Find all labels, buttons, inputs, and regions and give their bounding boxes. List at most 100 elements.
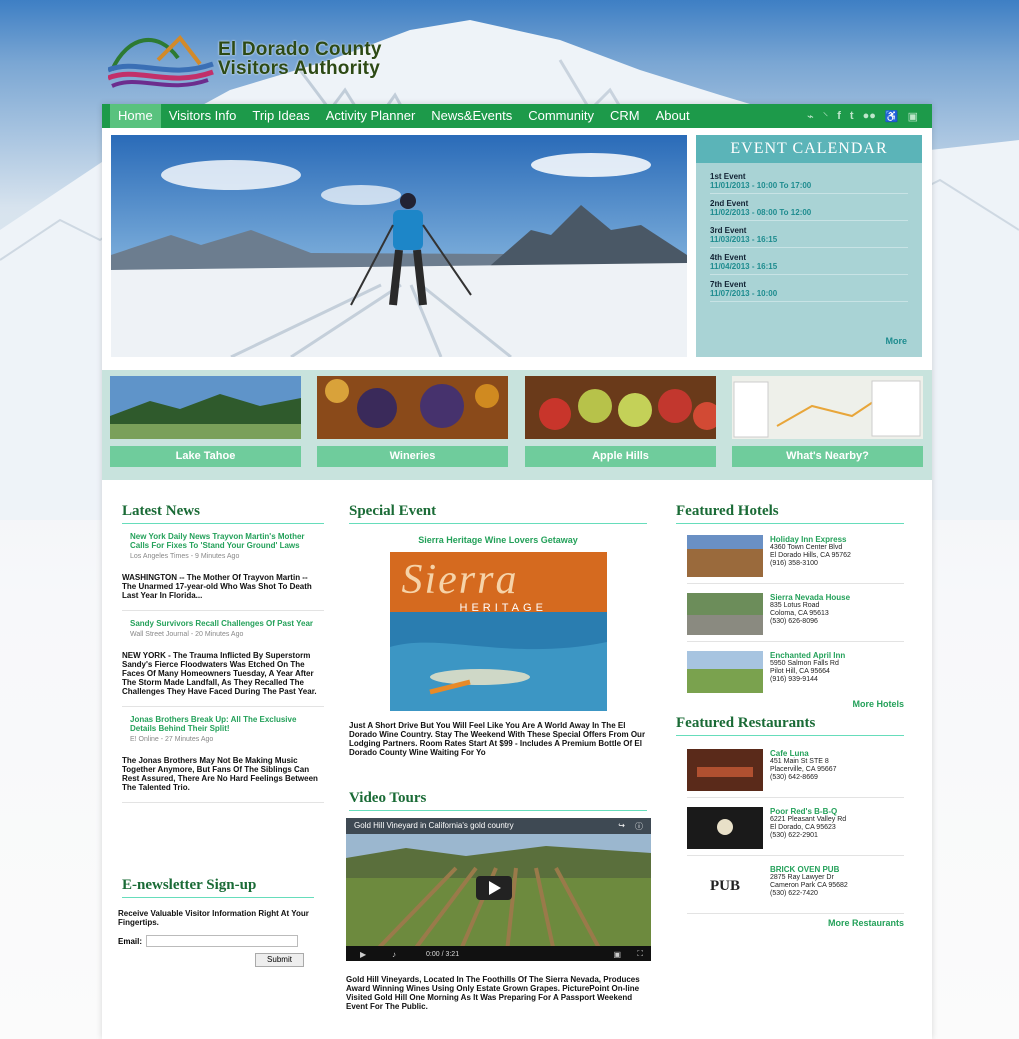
- submit-button[interactable]: Submit: [255, 953, 304, 967]
- main-nav: Home Visitors Info Trip Ideas Activity P…: [102, 104, 932, 128]
- news-body: NEW YORK - The Trauma Inflicted By Super…: [122, 651, 324, 696]
- email-label: Email:: [118, 936, 143, 946]
- hotel-image: [687, 535, 763, 577]
- event-name: 4th Event: [710, 253, 747, 262]
- fullscreen-icon[interactable]: ⛶: [637, 949, 643, 959]
- site-logo[interactable]: El Dorado County Visitors Authority: [108, 30, 428, 100]
- tile-apple-hills[interactable]: Apple Hills: [525, 376, 716, 471]
- hotel-name[interactable]: Sierra Nevada House: [770, 593, 850, 602]
- restaurant-info: Poor Red's B-B-Q 6221 Pleasant Valley Rd…: [770, 807, 846, 849]
- divider: [687, 583, 904, 584]
- special-event-section: Special Event Sierra Heritage Wine Lover…: [349, 503, 647, 757]
- video-title[interactable]: Gold Hill Vineyard in California's gold …: [354, 821, 514, 830]
- hotel-phone: (916) 358-3100: [770, 560, 818, 567]
- restaurant-card[interactable]: Poor Red's B-B-Q 6221 Pleasant Valley Rd…: [687, 807, 904, 849]
- tile-label: Apple Hills: [525, 446, 716, 467]
- calendar-more-link[interactable]: More: [885, 336, 907, 346]
- hotel-name[interactable]: Holiday Inn Express: [770, 535, 851, 544]
- facebook-icon[interactable]: f: [837, 110, 841, 122]
- nav-visitors-info[interactable]: Visitors Info: [161, 104, 245, 128]
- restaurant-address: 2875 Ray Lawyer Dr: [770, 874, 834, 881]
- nav-trip-ideas[interactable]: Trip Ideas: [244, 104, 317, 128]
- share-icon[interactable]: ⸌: [823, 109, 829, 124]
- more-restaurants-link[interactable]: More Restaurants: [676, 918, 904, 928]
- calendar-icon[interactable]: ▣: [908, 110, 918, 123]
- event-name: 2nd Event: [710, 199, 749, 208]
- hotel-card[interactable]: Sierra Nevada House 835 Lotus Road Colom…: [687, 593, 904, 635]
- calendar-event[interactable]: 3rd Event 11/03/2013 - 16:15: [710, 221, 908, 248]
- video-tours-title: Video Tours: [349, 790, 647, 811]
- nav-about[interactable]: About: [648, 104, 698, 128]
- logo-swoosh-icon: [108, 34, 214, 88]
- restaurant-card[interactable]: Cafe Luna 451 Main St STE 8 Placerville,…: [687, 749, 904, 791]
- video-tours-section: Video Tours: [349, 790, 647, 811]
- special-event-subtitle[interactable]: Sierra Heritage Wine Lovers Getaway: [349, 535, 647, 545]
- news-item: Jonas Brothers Break Up: All The Exclusi…: [130, 715, 324, 743]
- hotel-phone: (530) 626-8096: [770, 618, 818, 625]
- tile-lake-tahoe[interactable]: Lake Tahoe: [110, 376, 301, 471]
- nav-crm[interactable]: CRM: [602, 104, 648, 128]
- hotel-address: 4360 Town Center Blvd: [770, 544, 843, 551]
- tile-whats-nearby[interactable]: What's Nearby?: [732, 376, 923, 471]
- news-body: WASHINGTON -- The Mother Of Trayvon Mart…: [122, 573, 324, 600]
- hotel-card[interactable]: Enchanted April Inn 5950 Salmon Falls Rd…: [687, 651, 904, 693]
- tile-wineries[interactable]: Wineries: [317, 376, 508, 471]
- event-date: 11/04/2013 - 16:15: [710, 262, 778, 271]
- restaurant-phone: (530) 642-8669: [770, 774, 818, 781]
- calendar-event[interactable]: 4th Event 11/04/2013 - 16:15: [710, 248, 908, 275]
- event-date: 11/07/2013 - 10:00: [710, 289, 778, 298]
- hotel-city: Coloma, CA 95613: [770, 610, 829, 617]
- info-icon[interactable]: ⓘ: [635, 821, 643, 832]
- calendar-event[interactable]: 2nd Event 11/02/2013 - 08:00 To 12:00: [710, 194, 908, 221]
- twitter-icon[interactable]: t: [850, 110, 854, 122]
- video-player[interactable]: Gold Hill Vineyard in California's gold …: [346, 818, 651, 961]
- tile-label: What's Nearby?: [732, 446, 923, 467]
- hotel-name[interactable]: Enchanted April Inn: [770, 651, 845, 660]
- divider: [122, 610, 324, 611]
- play-icon[interactable]: ▶: [360, 950, 366, 959]
- special-event-body: Just A Short Drive But You Will Feel Lik…: [349, 721, 646, 757]
- restaurant-image: [687, 807, 763, 849]
- share-icon[interactable]: ↪: [618, 821, 625, 830]
- magazine-title: Sierra: [401, 557, 519, 603]
- restaurant-name[interactable]: Poor Red's B-B-Q: [770, 807, 846, 816]
- news-headline[interactable]: New York Daily News Trayvon Martin's Mot…: [130, 532, 324, 550]
- hotel-card[interactable]: Holiday Inn Express 4360 Town Center Blv…: [687, 535, 904, 577]
- accessibility-icon[interactable]: ♿: [885, 110, 899, 123]
- email-input[interactable]: [146, 935, 299, 947]
- restaurant-card[interactable]: PUB BRICK OVEN PUB 2875 Ray Lawyer Dr Ca…: [687, 865, 904, 907]
- nav-community[interactable]: Community: [520, 104, 602, 128]
- calendar-event[interactable]: 1st Event 11/01/2013 - 10:00 To 17:00: [710, 167, 908, 194]
- video-time: 0:00 / 3:21: [426, 951, 460, 958]
- news-item: New York Daily News Trayvon Martin's Mot…: [130, 532, 324, 560]
- youtube-icon[interactable]: ▣: [613, 950, 621, 959]
- event-date: 11/01/2013 - 10:00 To 17:00: [710, 181, 812, 190]
- volume-icon[interactable]: ♪: [392, 950, 396, 959]
- apple-hills-image: [525, 376, 716, 439]
- latest-news-title: Latest News: [122, 503, 324, 524]
- calendar-title: EVENT CALENDAR: [696, 135, 922, 163]
- video-thumbnail: [346, 818, 651, 961]
- restaurant-name[interactable]: BRICK OVEN PUB: [770, 865, 848, 874]
- flickr-icon[interactable]: ●●: [863, 110, 876, 122]
- nav-home[interactable]: Home: [110, 104, 161, 128]
- news-headline[interactable]: Sandy Survivors Recall Challenges Of Pas…: [130, 619, 324, 628]
- nearby-map-image: [732, 376, 923, 439]
- news-body-text: NEW YORK - The Trauma Inflicted By Super…: [122, 651, 317, 696]
- hotel-phone: (916) 939-9144: [770, 676, 818, 683]
- magazine-subtitle: HERITAGE: [459, 602, 547, 614]
- newsletter-title: E-newsletter Sign-up: [122, 877, 314, 898]
- news-source: E! Online - 27 Minutes Ago: [130, 736, 214, 743]
- calendar-event[interactable]: 7th Event 11/07/2013 - 10:00: [710, 275, 908, 302]
- event-name: 3rd Event: [710, 226, 747, 235]
- nav-activity-planner[interactable]: Activity Planner: [318, 104, 424, 128]
- event-name: 1st Event: [710, 172, 746, 181]
- featured-restaurants-title: Featured Restaurants: [676, 715, 904, 736]
- featured-hotels-section: Featured Hotels Holiday Inn Express 4360…: [676, 503, 904, 709]
- more-hotels-link[interactable]: More Hotels: [676, 699, 904, 709]
- news-headline[interactable]: Jonas Brothers Break Up: All The Exclusi…: [130, 715, 324, 733]
- rss-icon[interactable]: ⌁: [807, 110, 814, 123]
- sierra-heritage-cover[interactable]: Sierra HERITAGE: [389, 552, 607, 711]
- restaurant-name[interactable]: Cafe Luna: [770, 749, 837, 758]
- nav-news-events[interactable]: News&Events: [423, 104, 520, 128]
